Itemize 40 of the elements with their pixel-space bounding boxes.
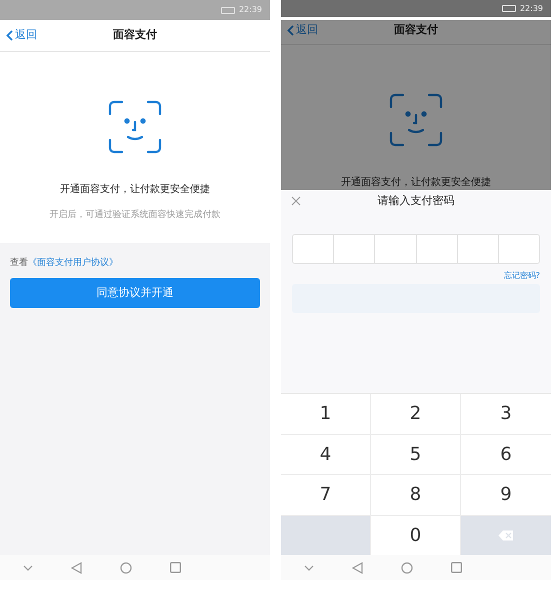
keypad-key[interactable]: 5 bbox=[371, 434, 461, 475]
recents-icon[interactable] bbox=[451, 562, 462, 573]
page-title: 面容支付 bbox=[113, 27, 157, 44]
keypad-key[interactable]: 8 bbox=[371, 475, 461, 516]
home-icon[interactable] bbox=[120, 562, 132, 574]
status-time: 22:39 bbox=[520, 2, 543, 15]
headline: 开通面容支付，让付款更安全便捷 bbox=[60, 182, 210, 197]
keypad-key[interactable]: 9 bbox=[461, 475, 551, 516]
chevron-left-icon bbox=[6, 30, 13, 41]
back-icon[interactable] bbox=[71, 562, 82, 574]
agreement-link[interactable]: 《面容支付用户协议》 bbox=[28, 258, 118, 268]
forgot-password-link[interactable]: 忘记密码? bbox=[504, 270, 540, 282]
keypad-key[interactable]: 4 bbox=[281, 434, 371, 475]
close-icon bbox=[291, 196, 301, 206]
subtitle: 开启后，可通过验证系统面容快速完成付款 bbox=[50, 209, 220, 222]
close-button[interactable] bbox=[291, 195, 303, 207]
battery-icon bbox=[502, 5, 516, 12]
chevron-left-icon bbox=[287, 25, 294, 36]
backspace-icon bbox=[498, 530, 514, 541]
keypad-key[interactable]: 7 bbox=[281, 475, 371, 516]
chevron-down-icon[interactable] bbox=[304, 564, 314, 570]
status-time: 22:39 bbox=[238, 4, 262, 16]
headline: 开通面容支付，让付款更安全便捷 bbox=[341, 176, 491, 190]
back-icon[interactable] bbox=[352, 562, 363, 574]
chevron-down-icon[interactable] bbox=[23, 564, 33, 570]
face-scan-icon bbox=[108, 100, 162, 154]
recents-icon[interactable] bbox=[170, 562, 181, 573]
agreement-text: 查看《面容支付用户协议》 bbox=[10, 256, 119, 270]
page-title: 面容支付 bbox=[394, 22, 438, 38]
keypad-key[interactable]: 6 bbox=[461, 434, 551, 475]
face-scan-icon bbox=[389, 93, 443, 147]
keypad-key[interactable]: 1 bbox=[281, 394, 371, 434]
back-button[interactable]: 返回 bbox=[6, 27, 37, 44]
keypad-key[interactable]: 2 bbox=[371, 394, 461, 434]
battery-icon bbox=[220, 6, 235, 14]
sheet-title: 请输入支付密码 bbox=[378, 192, 454, 209]
password-field[interactable] bbox=[292, 234, 540, 264]
keypad-key[interactable]: 3 bbox=[461, 394, 551, 434]
keypad-key[interactable]: 0 bbox=[371, 516, 461, 555]
home-icon[interactable] bbox=[401, 562, 413, 574]
